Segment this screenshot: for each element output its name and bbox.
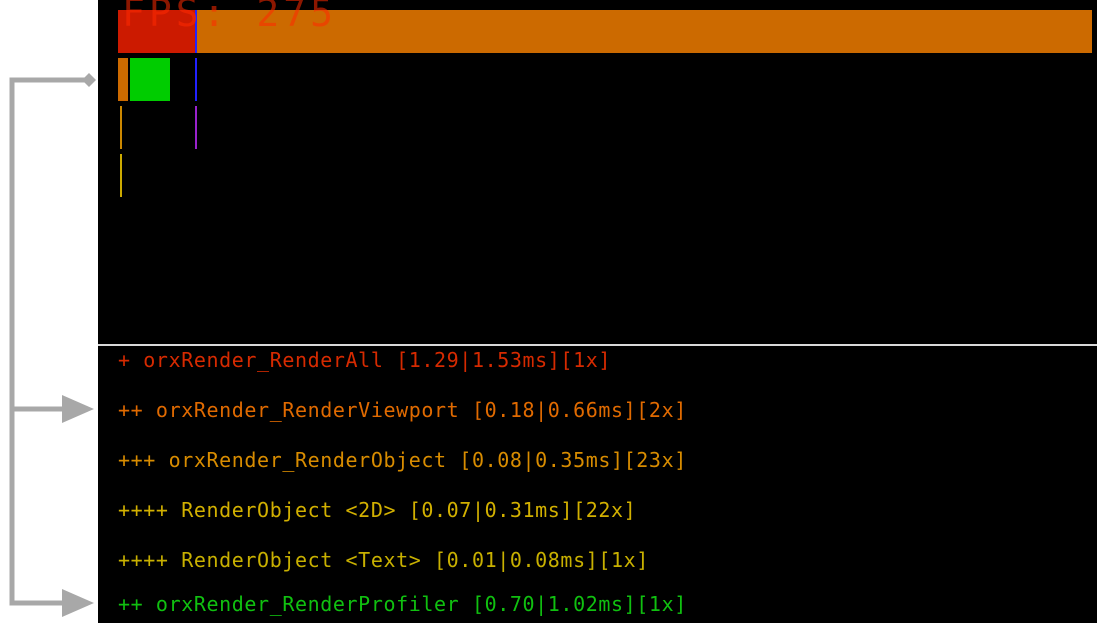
diamond-icon [82, 73, 96, 87]
arrow-bracket-icon [9, 77, 88, 606]
annotation-arrows [9, 73, 96, 617]
arrowhead-viewport-icon [62, 395, 94, 423]
arrowhead-profiler-icon [62, 589, 94, 617]
